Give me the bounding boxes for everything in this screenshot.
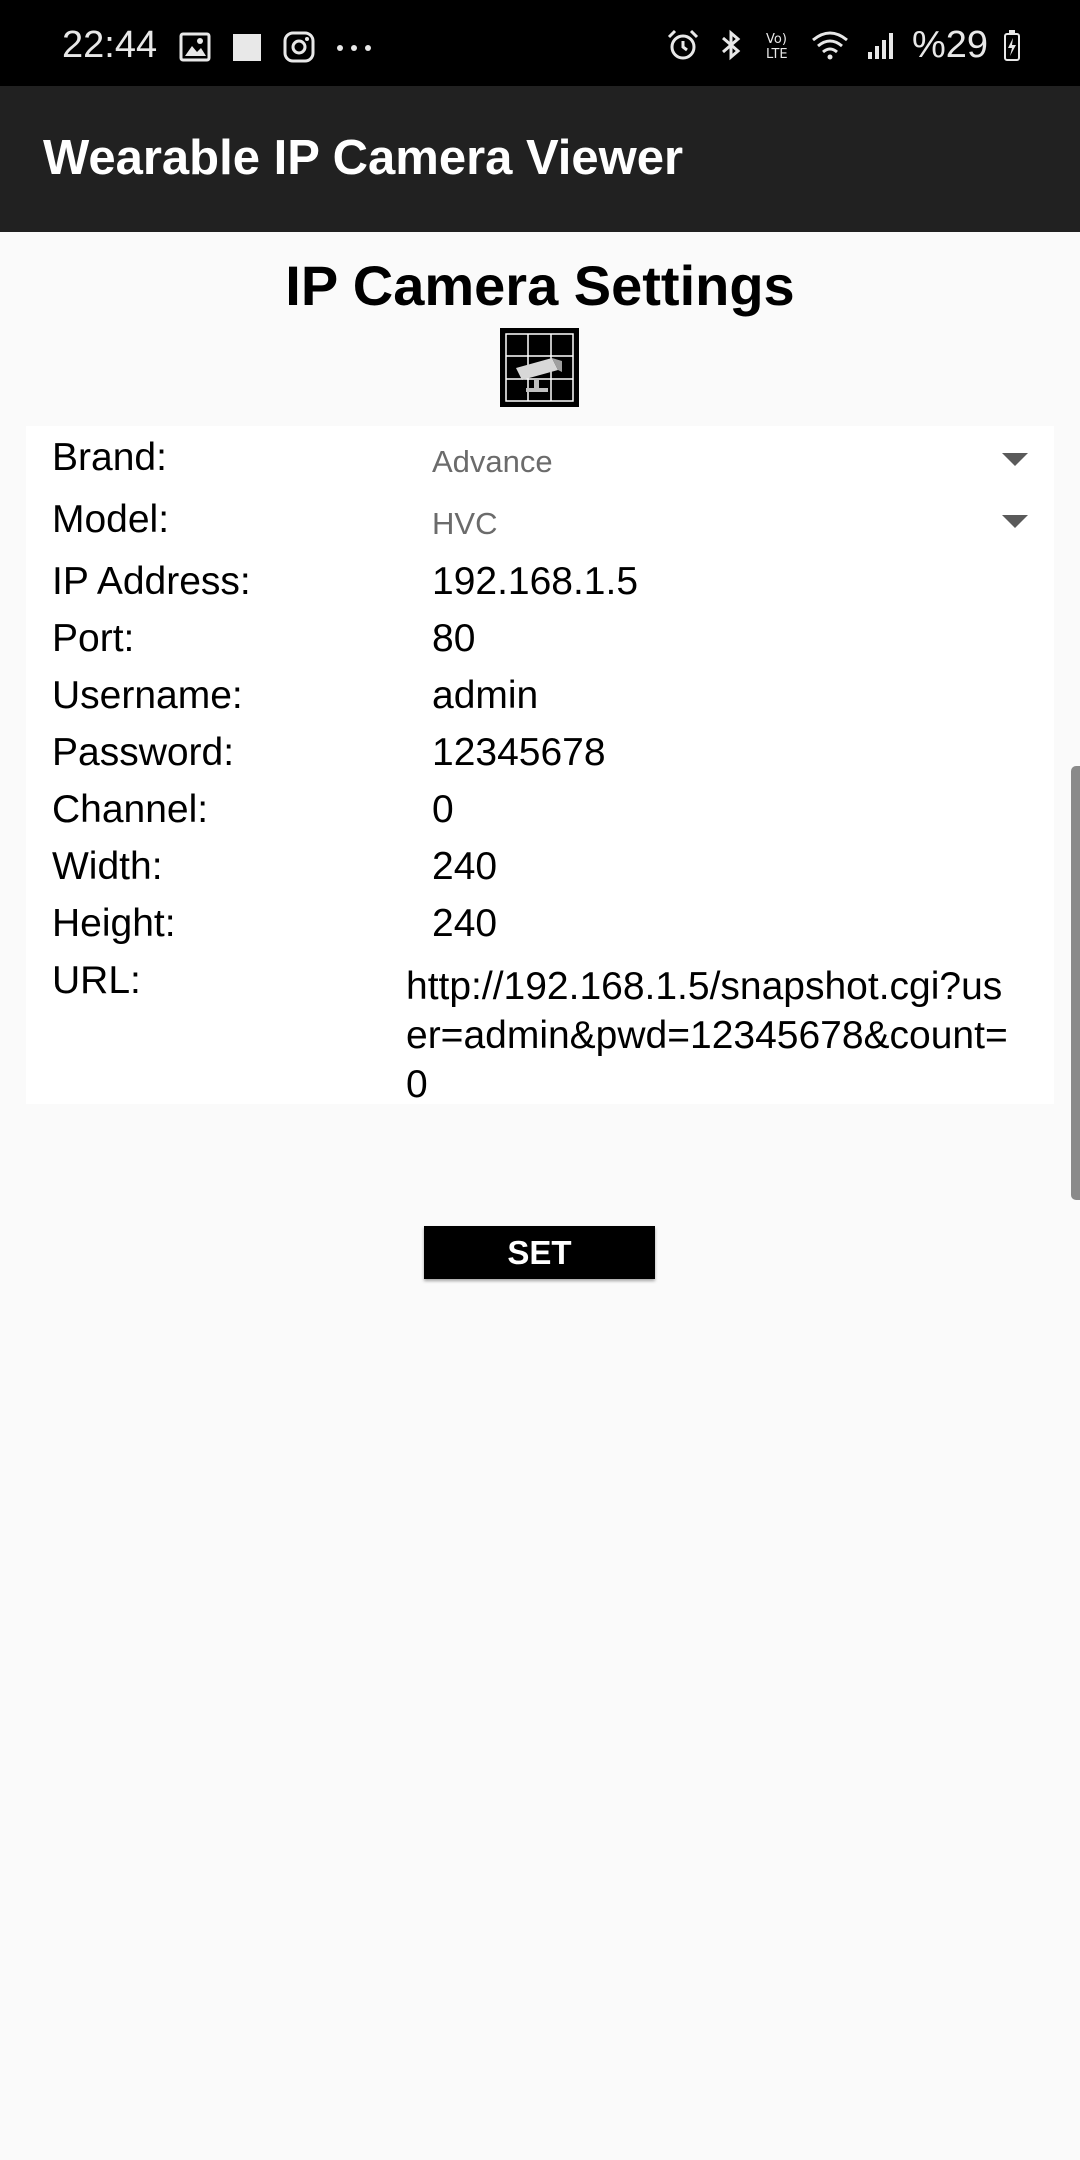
channel-field[interactable]: 0 [432, 790, 454, 829]
width-field[interactable]: 240 [432, 847, 497, 886]
signal-icon [867, 33, 893, 59]
app-title: Wearable IP Camera Viewer [43, 131, 684, 185]
set-button[interactable]: SET [424, 1226, 655, 1279]
battery-percent: %29 [911, 24, 988, 66]
notification-icons [178, 30, 374, 64]
channel-label: Channel: [52, 788, 209, 831]
model-dropdown-icon[interactable] [1002, 515, 1028, 528]
svg-text:LTE: LTE [766, 47, 788, 62]
app-bar: Wearable IP Camera Viewer [0, 86, 1080, 232]
port-field[interactable]: 80 [432, 619, 475, 658]
scrollbar[interactable] [1071, 766, 1080, 1200]
url-field[interactable]: http://192.168.1.5/snapshot.cgi?user=adm… [406, 962, 1016, 1109]
brand-label: Brand: [52, 436, 167, 479]
password-label: Password: [52, 731, 235, 774]
wifi-icon [811, 31, 848, 60]
volte-icon: Vo) LTE [766, 32, 788, 62]
url-label: URL: [52, 959, 141, 1002]
battery-icon [1004, 30, 1020, 61]
page-title: IP Camera Settings [285, 254, 795, 317]
alarm-icon [667, 29, 698, 60]
password-field[interactable]: 12345678 [432, 733, 606, 772]
username-field[interactable]: admin [432, 676, 538, 715]
brand-dropdown-icon[interactable] [1002, 453, 1028, 466]
bluetooth-icon [721, 29, 741, 61]
instagram-icon [283, 31, 315, 63]
ip-address-field[interactable]: 192.168.1.5 [432, 562, 638, 601]
status-bar: 22:44 Vo) LTE %29 [0, 0, 1080, 86]
system-icons: Vo) LTE %29 [666, 26, 1022, 64]
square-icon [233, 34, 261, 61]
image-icon [179, 32, 211, 62]
model-label: Model: [52, 498, 170, 541]
username-label: Username: [52, 674, 243, 717]
ip-address-label: IP Address: [52, 560, 251, 603]
width-label: Width: [52, 845, 163, 888]
svg-text:Vo): Vo) [766, 32, 787, 47]
more-dots-icon [337, 45, 371, 51]
ip-camera-icon [500, 328, 579, 407]
brand-spinner[interactable]: Advance [432, 446, 553, 477]
height-label: Height: [52, 902, 176, 945]
status-time: 22:44 [62, 24, 158, 66]
height-field[interactable]: 240 [432, 904, 497, 943]
model-spinner[interactable]: HVC [432, 508, 497, 539]
port-label: Port: [52, 617, 135, 660]
